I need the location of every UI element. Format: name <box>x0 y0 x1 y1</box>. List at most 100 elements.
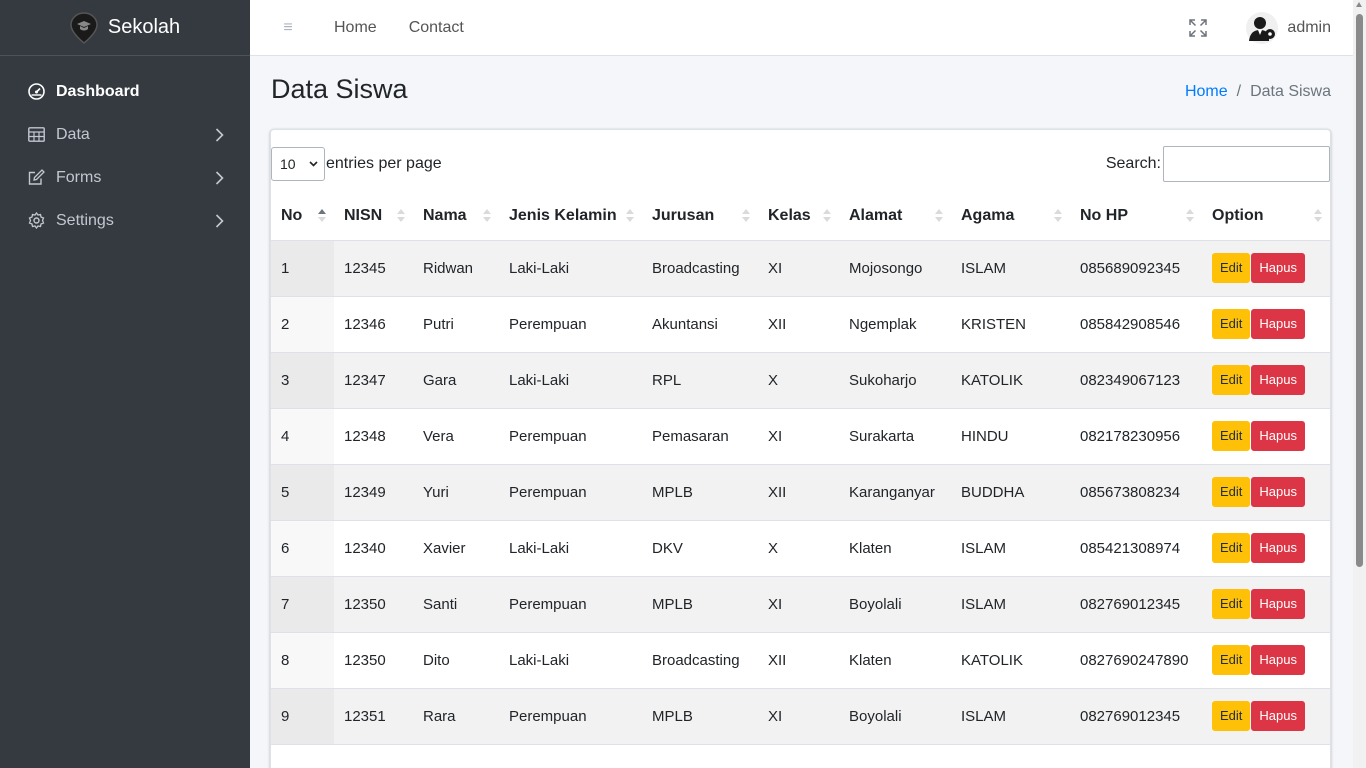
table-cell: Boyolali <box>839 688 951 745</box>
table-row: 5 12349 Yuri Perempuan MPLB XII Karanganyar BUD… <box>271 464 1330 521</box>
edit-button[interactable]: Edit <box>1212 589 1251 619</box>
column-header-label: Kelas <box>768 206 811 224</box>
table-cell: XII <box>758 296 839 353</box>
edit-button[interactable]: Edit <box>1212 701 1251 731</box>
fullscreen-icon[interactable] <box>1188 18 1208 38</box>
column-header[interactable]: Nama <box>413 192 499 241</box>
table-cell: Putri <box>413 296 499 353</box>
chevron-down-icon <box>309 161 318 167</box>
sort-arrows-icon <box>1186 209 1194 223</box>
table-cell: 12351 <box>334 688 413 745</box>
table-cell: X <box>758 520 839 577</box>
page-title: Data Siswa <box>271 74 408 104</box>
scroll-up-arrow-icon[interactable] <box>1356 2 1362 7</box>
row-actions: Edit Hapus <box>1202 576 1330 633</box>
column-header-label: Jurusan <box>652 206 715 224</box>
column-header[interactable]: No HP <box>1070 192 1202 241</box>
column-header[interactable]: No <box>271 192 334 241</box>
edit-button[interactable]: Edit <box>1212 477 1251 507</box>
table-cell: ISLAM <box>951 688 1070 745</box>
sidebar-item-settings[interactable]: Settings <box>0 199 250 242</box>
table-cell: XI <box>758 576 839 633</box>
sidebar-item-data[interactable]: Data <box>0 113 250 156</box>
table-cell: Klaten <box>839 632 951 689</box>
sort-arrows-icon <box>483 209 491 223</box>
sort-arrows-icon <box>626 209 634 223</box>
delete-button[interactable]: Hapus <box>1251 701 1305 731</box>
table-cell: Perempuan <box>499 688 642 745</box>
delete-button[interactable]: Hapus <box>1251 589 1305 619</box>
edit-button[interactable]: Edit <box>1212 365 1251 395</box>
edit-button[interactable]: Edit <box>1212 645 1251 675</box>
column-header[interactable]: Alamat <box>839 192 951 241</box>
table-cell: ISLAM <box>951 520 1070 577</box>
delete-button[interactable]: Hapus <box>1251 365 1305 395</box>
search-input[interactable] <box>1163 146 1330 182</box>
table-row: 2 12346 Putri Perempuan Akuntansi XII Ngemplak… <box>271 296 1330 353</box>
username[interactable]: admin <box>1287 19 1331 37</box>
entries-per-page-select[interactable]: 10 <box>271 147 325 181</box>
column-header[interactable]: Agama <box>951 192 1070 241</box>
table-cell: MPLB <box>642 576 758 633</box>
column-header[interactable]: Jurusan <box>642 192 758 241</box>
table-cell: 085421308974 <box>1070 520 1202 577</box>
table-cell: Perempuan <box>499 408 642 465</box>
table-cell: 12350 <box>334 576 413 633</box>
table-cell: Dito <box>413 632 499 689</box>
edit-button[interactable]: Edit <box>1212 309 1251 339</box>
delete-button[interactable]: Hapus <box>1251 309 1305 339</box>
table-cell: Perempuan <box>499 576 642 633</box>
sort-arrows-icon <box>1314 209 1322 223</box>
row-actions: Edit Hapus <box>1202 296 1330 353</box>
sidebar-item-dashboard[interactable]: Dashboard <box>0 70 250 113</box>
table-cell: Perempuan <box>499 464 642 521</box>
avatar[interactable] <box>1246 11 1279 44</box>
column-header[interactable]: Option <box>1202 192 1330 241</box>
table-cell: Sukoharjo <box>839 352 951 409</box>
edit-icon <box>27 169 45 187</box>
sort-arrows-icon <box>742 209 750 223</box>
breadcrumb-home-link[interactable]: Home <box>1185 83 1228 101</box>
table-cell: XII <box>758 632 839 689</box>
table-row: 9 12351 Rara Perempuan MPLB XI Boyolali ISLAM 08… <box>271 688 1330 745</box>
table-cell: 4 <box>271 408 334 465</box>
table-cell: Rara <box>413 688 499 745</box>
brand[interactable]: Sekolah <box>0 0 250 56</box>
table-cell: Surakarta <box>839 408 951 465</box>
column-header[interactable]: Kelas <box>758 192 839 241</box>
scrollbar-thumb[interactable] <box>1356 14 1363 567</box>
entries-per-page: 10 entries per page <box>271 147 442 181</box>
delete-button[interactable]: Hapus <box>1251 533 1305 563</box>
table-cell: 082178230956 <box>1070 408 1202 465</box>
column-header[interactable]: Jenis Kelamin <box>499 192 642 241</box>
edit-button[interactable]: Edit <box>1212 421 1251 451</box>
dashboard-gauge-icon <box>27 83 45 101</box>
table-cell: Xavier <box>413 520 499 577</box>
delete-button[interactable]: Hapus <box>1251 421 1305 451</box>
row-actions: Edit Hapus <box>1202 520 1330 577</box>
delete-button[interactable]: Hapus <box>1251 645 1305 675</box>
edit-button[interactable]: Edit <box>1212 533 1251 563</box>
breadcrumb-separator: / <box>1236 83 1242 100</box>
nav-link-home[interactable]: Home <box>334 19 377 37</box>
table-cell: HINDU <box>951 408 1070 465</box>
table-cell: 3 <box>271 352 334 409</box>
table-cell: Laki-Laki <box>499 520 642 577</box>
delete-button[interactable]: Hapus <box>1251 477 1305 507</box>
sidebar-item-forms[interactable]: Forms <box>0 156 250 199</box>
edit-button[interactable]: Edit <box>1212 253 1251 283</box>
sort-arrows-icon <box>935 209 943 223</box>
delete-button[interactable]: Hapus <box>1251 253 1305 283</box>
row-actions: Edit Hapus <box>1202 688 1330 745</box>
table-cell: Broadcasting <box>642 240 758 297</box>
row-actions: Edit Hapus <box>1202 464 1330 521</box>
column-header[interactable]: NISN <box>334 192 413 241</box>
page-scrollbar[interactable] <box>1353 0 1366 768</box>
table-cell: Laki-Laki <box>499 352 642 409</box>
menu-toggle-icon[interactable]: ≡ <box>278 19 298 37</box>
row-actions: Edit Hapus <box>1202 352 1330 409</box>
table-row: 4 12348 Vera Perempuan Pemasaran XI Surakarta H… <box>271 408 1330 465</box>
table-row: 6 12340 Xavier Laki-Laki DKV X Klaten ISLAM 0854… <box>271 520 1330 577</box>
sort-arrows-icon <box>1054 209 1062 223</box>
nav-link-contact[interactable]: Contact <box>409 19 464 37</box>
